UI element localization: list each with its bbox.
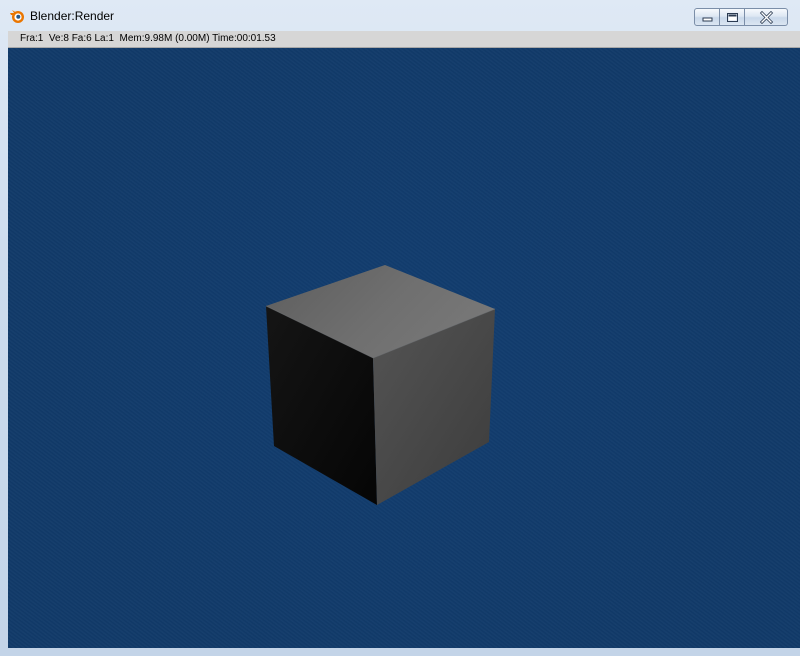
window-title: Blender:Render — [30, 9, 115, 23]
maximize-button[interactable] — [720, 8, 745, 26]
close-button[interactable] — [745, 8, 788, 26]
render-stats-text: Fra:1 Ve:8 Fa:6 La:1 Mem:9.98M (0.00M) T… — [20, 33, 276, 44]
window-bottom-border — [0, 648, 800, 656]
minimize-button[interactable] — [694, 8, 720, 26]
maximize-icon — [727, 13, 738, 22]
render-window: Blender:Render Fra:1 Ve:8 Fa:6 La:1 Mem:… — [0, 0, 800, 656]
close-icon — [759, 10, 774, 25]
rendered-cube — [265, 265, 496, 505]
caption-buttons — [694, 8, 788, 27]
title-bar[interactable]: Blender:Render — [0, 0, 800, 31]
blender-logo-icon — [9, 8, 25, 24]
render-viewport — [8, 48, 800, 648]
render-status-bar: Fra:1 Ve:8 Fa:6 La:1 Mem:9.98M (0.00M) T… — [8, 31, 800, 48]
minimize-icon — [702, 17, 713, 22]
